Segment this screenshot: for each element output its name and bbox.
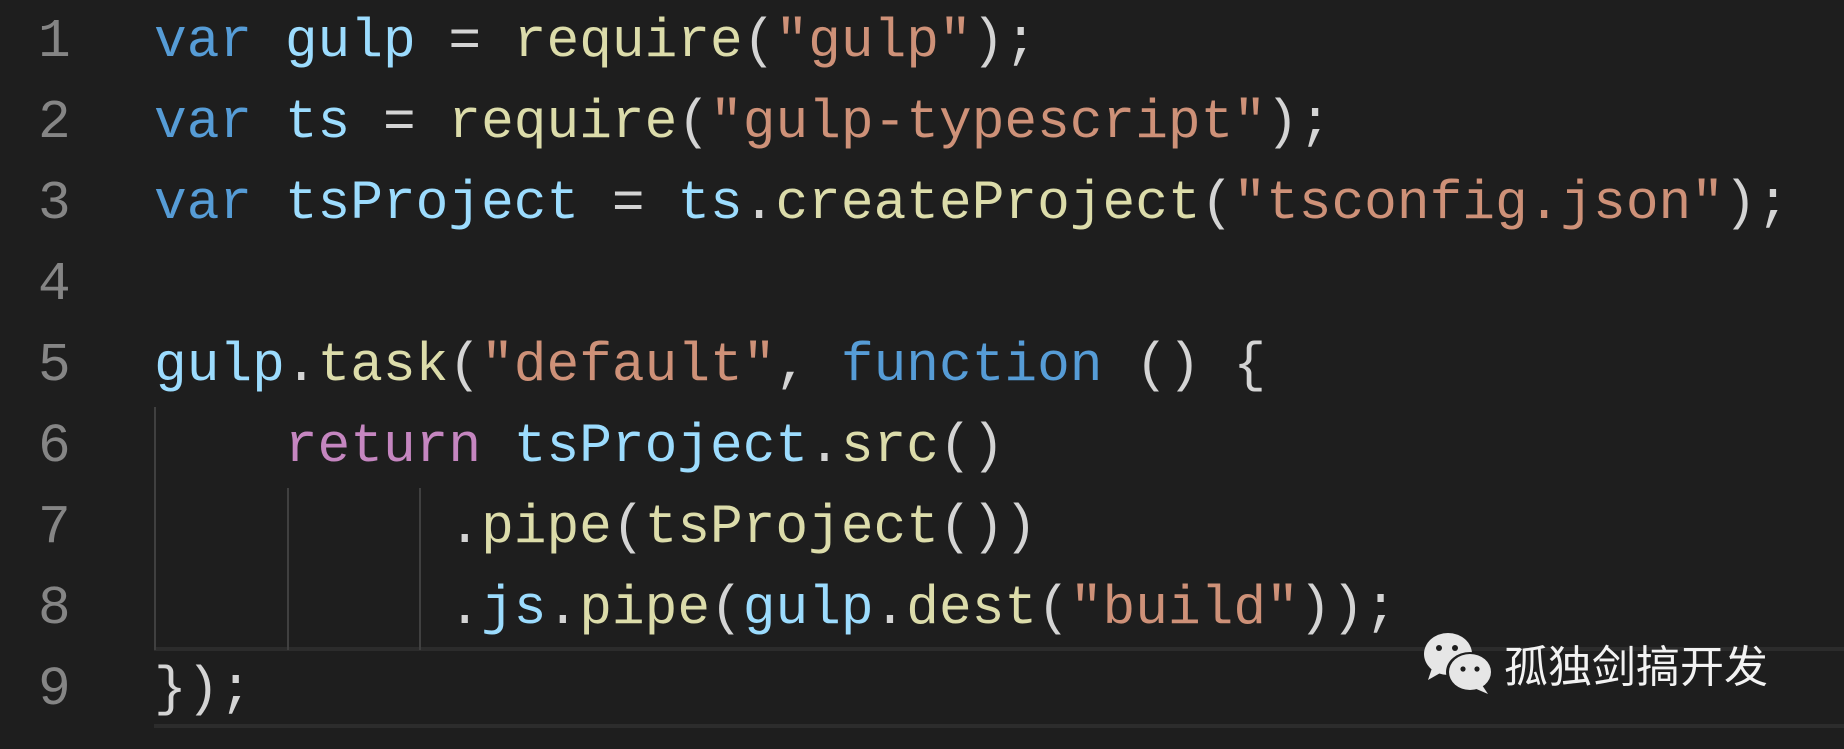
code-line[interactable]: 6 return tsProject.src(): [0, 407, 1844, 488]
code-token: gulp: [742, 579, 874, 640]
line-number: 8: [38, 579, 71, 640]
code-token: "build": [1069, 579, 1299, 640]
line-number: 7: [38, 498, 71, 559]
code-line[interactable]: 5 gulp.task("default", function () {: [0, 326, 1844, 407]
code-token: );: [1723, 174, 1790, 235]
code-token: .: [873, 579, 907, 640]
line-number: 1: [38, 12, 71, 73]
code-token: ,: [775, 336, 841, 397]
code-token: tsProject: [513, 417, 809, 478]
code-token: gulp: [284, 12, 416, 73]
code-line[interactable]: 3 var tsProject = ts.createProject("tscon…: [0, 164, 1844, 245]
code-token: .: [154, 498, 482, 559]
wechat-icon: [1424, 633, 1494, 694]
code-token: .: [546, 579, 580, 640]
code-token: var: [154, 93, 253, 154]
code-token: =: [415, 12, 514, 73]
code-token: var: [154, 174, 253, 235]
code-token: pipe: [579, 579, 711, 640]
code-token: });: [154, 660, 253, 721]
code-token: function: [840, 336, 1103, 397]
line-number: 5: [38, 336, 71, 397]
code-token: (): [938, 417, 1005, 478]
line-number: 6: [38, 417, 71, 478]
line-code: var ts = require("gulp-typescript");: [154, 83, 1331, 164]
code-token: var: [154, 12, 253, 73]
code-token: =: [579, 174, 678, 235]
code-token: .: [154, 579, 482, 640]
line-code: gulp.task("default", function () {: [154, 326, 1266, 407]
code-token: (: [677, 93, 711, 154]
code-token: (: [448, 336, 482, 397]
code-token: (: [710, 579, 743, 640]
code-token: (: [611, 498, 645, 559]
code-token: "default": [481, 336, 776, 397]
code-token: tsProject: [644, 498, 939, 559]
code-token: dest: [906, 579, 1038, 640]
code-line[interactable]: 4: [0, 245, 1844, 326]
code-token: =: [350, 93, 449, 154]
line-code: var tsProject = ts.createProject("tsconf…: [154, 164, 1789, 245]
code-token: tsProject: [284, 174, 580, 235]
line-number: 4: [38, 255, 71, 316]
code-token: .: [742, 174, 776, 235]
line-code: var gulp = require("gulp");: [154, 2, 1037, 83]
code-token: "gulp-typescript": [710, 93, 1267, 154]
code-token: (: [1200, 174, 1234, 235]
code-line[interactable]: 2 var ts = require("gulp-typescript");: [0, 83, 1844, 164]
code-token: () {: [1102, 336, 1267, 397]
code-token: .: [808, 417, 841, 478]
code-token: src: [840, 417, 939, 478]
line-number: 3: [38, 174, 71, 235]
code-token: .: [284, 336, 318, 397]
code-token: js: [481, 579, 547, 640]
code-line[interactable]: 1 var gulp = require("gulp");: [0, 2, 1844, 83]
code-token: createProject: [775, 174, 1201, 235]
code-token: (: [1037, 579, 1070, 640]
code-token: pipe: [481, 498, 612, 559]
code-token: (: [742, 12, 776, 73]
watermark: 孤独剑搞开发: [1422, 630, 1768, 696]
code-token: ts: [284, 93, 351, 154]
line-number: 2: [38, 93, 71, 154]
line-code: .js.pipe(gulp.dest("build"));: [154, 569, 1397, 650]
code-token: task: [317, 336, 449, 397]
watermark-text: 孤独剑搞开发: [1504, 642, 1768, 693]
code-token: gulp: [154, 336, 285, 397]
line-code: .pipe(tsProject()): [154, 488, 1037, 569]
code-line[interactable]: 7 .pipe(tsProject()): [0, 488, 1844, 569]
line-code: return tsProject.src(): [154, 407, 1005, 488]
code-token: );: [1266, 93, 1332, 154]
code-token: "tsconfig.json": [1233, 174, 1724, 235]
code-token: require: [513, 12, 743, 73]
code-token: );: [971, 12, 1038, 73]
line-code: });: [154, 650, 252, 731]
code-token: return: [284, 417, 482, 478]
line-number: 9: [38, 660, 71, 721]
code-token: require: [448, 93, 678, 154]
code-token: ));: [1298, 579, 1397, 640]
code-token: ts: [677, 174, 743, 235]
code-token: "gulp": [775, 12, 972, 73]
code-token: ()): [938, 498, 1038, 559]
